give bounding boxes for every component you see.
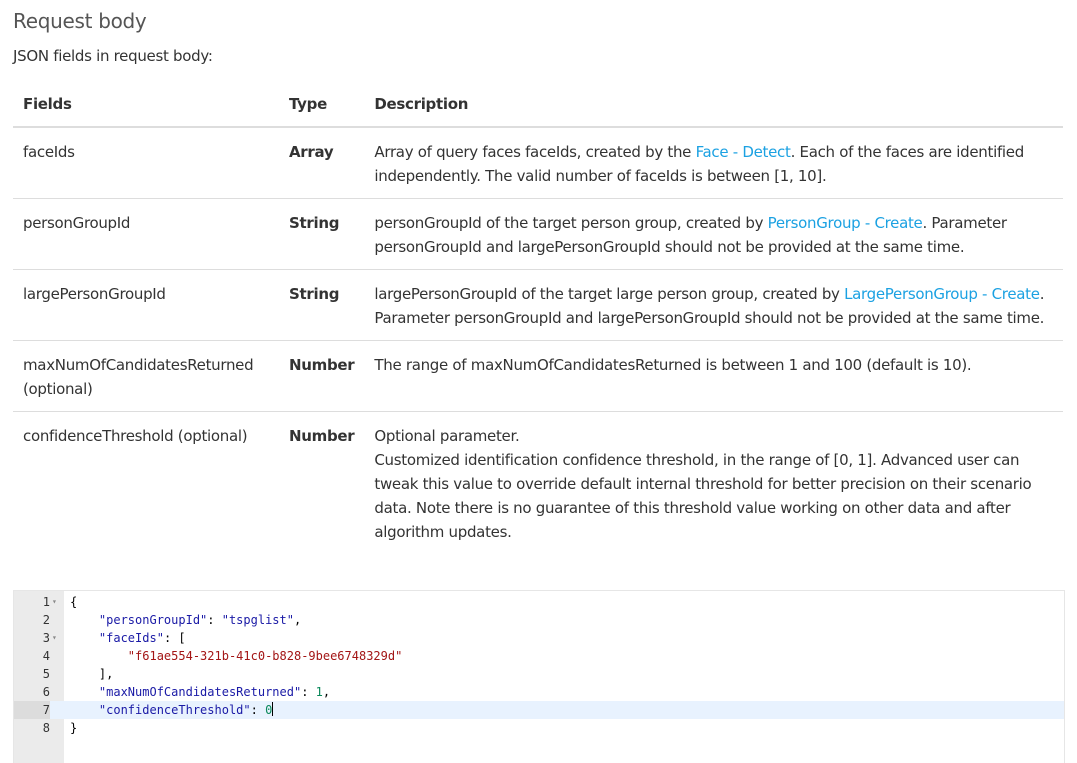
description-text: Optional parameter. (374, 427, 520, 445)
field-description: The range of maxNumOfCandidatesReturned … (364, 340, 1063, 412)
field-name: largePersonGroupId (13, 269, 279, 341)
code-text: ], (70, 665, 113, 683)
line-number: 8 (42, 721, 50, 735)
table-header-row: Fields Type Description (13, 82, 1063, 128)
json-key: "maxNumOfCandidatesReturned" (98, 685, 302, 699)
json-code-editor[interactable]: 1 ▾ { 2 "personGroupId": "tspglist", 3 ▾… (13, 590, 1065, 763)
header-fields: Fields (13, 82, 279, 128)
line-number: 2 (42, 613, 50, 627)
json-punct: : (250, 703, 266, 717)
largepersongroup-create-link[interactable]: LargePersonGroup - Create (844, 285, 1040, 303)
code-line[interactable]: 6 "maxNumOfCandidatesReturned": 1, (14, 683, 1064, 701)
fold-toggle-icon[interactable]: ▾ (52, 593, 57, 611)
json-punct: : (301, 685, 316, 699)
header-description: Description (364, 82, 1063, 128)
request-body-table: Fields Type Description faceIds Array Ar… (13, 82, 1063, 554)
description-text: Customized identification confidence thr… (374, 451, 1032, 541)
line-number: 6 (42, 685, 50, 699)
code-line[interactable]: 1 ▾ { (14, 593, 1064, 611)
code-line[interactable]: 5 ], (14, 665, 1064, 683)
json-string: "tspglist" (221, 613, 294, 627)
field-type: Number (279, 340, 365, 412)
code-text: "confidenceThreshold": 0 (70, 701, 274, 719)
section-intro: JSON fields in request body: (13, 47, 213, 65)
json-key: "confidenceThreshold" (98, 703, 251, 717)
code-line[interactable]: 2 "personGroupId": "tspglist", (14, 611, 1064, 629)
code-line[interactable]: 3 ▾ "faceIds": [ (14, 629, 1064, 647)
table-row: confidenceThreshold (optional) Number Op… (13, 412, 1063, 555)
field-type: Number (289, 427, 355, 445)
field-name: confidenceThreshold (optional) (23, 427, 248, 445)
code-text: "f61ae554-321b-41c0-b828-9bee6748329d" (70, 647, 403, 665)
json-key: "personGroupId" (98, 613, 208, 627)
json-number: 0 (265, 703, 273, 717)
description-text: personGroupId of the target person group… (374, 214, 768, 232)
field-description: largePersonGroupId of the target large p… (364, 269, 1063, 341)
json-punct: , (322, 685, 331, 699)
face-detect-link[interactable]: Face - Detect (696, 143, 791, 161)
json-punct: : (207, 613, 222, 627)
line-number: 7 (14, 701, 50, 719)
code-line[interactable]: 4 "f61ae554-321b-41c0-b828-9bee6748329d" (14, 647, 1064, 665)
description-text: largePersonGroupId of the target large p… (374, 285, 845, 303)
field-description: Array of query faces faceIds, created by… (364, 127, 1063, 199)
code-line-active[interactable]: 7 "confidenceThreshold": 0 (14, 701, 1064, 719)
line-number: 3 (42, 631, 50, 645)
json-string: "f61ae554-321b-41c0-b828-9bee6748329d" (127, 649, 403, 663)
field-name: personGroupId (13, 198, 279, 270)
field-type: Array (279, 127, 365, 199)
code-line[interactable]: 8 } (14, 719, 1064, 737)
text-cursor (272, 702, 274, 716)
code-text: } (70, 721, 78, 735)
field-name: faceIds (13, 127, 279, 199)
field-description: personGroupId of the target person group… (364, 198, 1063, 270)
line-number: 1 (42, 595, 50, 609)
table-row: faceIds Array Array of query faces faceI… (13, 127, 1063, 199)
table-row: largePersonGroupId String largePersonGro… (13, 269, 1063, 341)
field-name: maxNumOfCandidatesReturned (optional) (13, 340, 279, 412)
table-row: personGroupId String personGroupId of th… (13, 198, 1063, 270)
code-text: "personGroupId": "tspglist", (70, 611, 301, 629)
json-punct: ], (98, 667, 114, 681)
line-number: 4 (42, 649, 50, 663)
json-key: "faceIds" (98, 631, 164, 645)
field-type: String (279, 269, 365, 341)
persongroup-create-link[interactable]: PersonGroup - Create (768, 214, 923, 232)
json-punct: , (293, 613, 302, 627)
table-row: maxNumOfCandidatesReturned (optional) Nu… (13, 340, 1063, 412)
field-description: Optional parameter. Customized identifica… (364, 412, 1063, 555)
field-type: String (279, 198, 365, 270)
line-number: 5 (42, 667, 50, 681)
fold-toggle-icon[interactable]: ▾ (52, 629, 57, 647)
code-text: { (70, 595, 78, 609)
json-number: 1 (315, 685, 323, 699)
code-text: "faceIds": [ (70, 629, 186, 647)
header-type: Type (279, 82, 365, 128)
description-text: Array of query faces faceIds, created by… (374, 143, 696, 161)
code-text: "maxNumOfCandidatesReturned": 1, (70, 683, 330, 701)
json-punct: : [ (163, 631, 186, 645)
section-title: Request body (13, 9, 147, 33)
